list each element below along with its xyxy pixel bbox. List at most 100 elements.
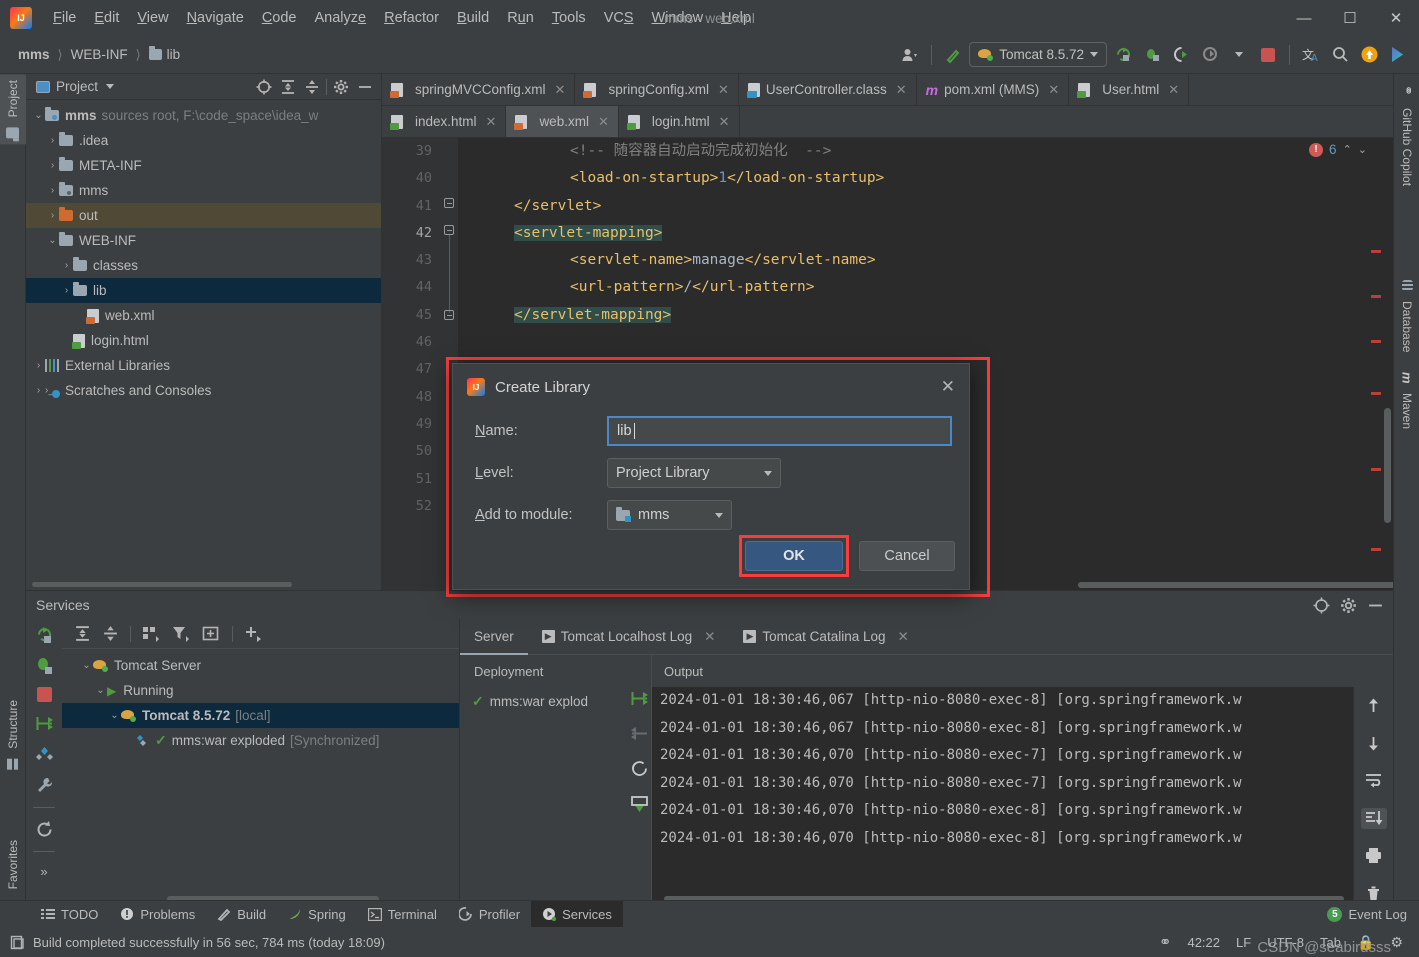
tool-window-build[interactable]: Build	[206, 901, 277, 928]
tree-row-meta-inf[interactable]: › META-INF	[26, 153, 381, 178]
line-separator[interactable]: LF	[1236, 935, 1251, 950]
chevron-right-icon[interactable]: ›	[46, 160, 59, 171]
soft-wrap-icon[interactable]	[1361, 770, 1387, 792]
more-icon[interactable]: »	[40, 864, 47, 879]
close-icon[interactable]: ✕	[555, 82, 566, 98]
breadcrumb-item-mms[interactable]: mms	[14, 45, 54, 64]
copilot-status-icon[interactable]: ⚭	[1159, 933, 1172, 951]
tab-server[interactable]: Server	[460, 619, 528, 655]
menu-vcs[interactable]: VCS	[595, 6, 643, 30]
add-service-icon[interactable]	[244, 625, 263, 642]
close-icon[interactable]: ✕	[704, 629, 715, 645]
level-select[interactable]: Project Library	[607, 458, 781, 488]
close-icon[interactable]: ✕	[898, 629, 909, 645]
chevron-down-icon[interactable]: ⌄	[32, 110, 45, 121]
chevron-right-icon[interactable]: ›	[46, 210, 59, 221]
close-icon[interactable]: ✕	[896, 82, 907, 98]
close-icon[interactable]: ✕	[719, 114, 730, 130]
menu-navigate[interactable]: Navigate	[178, 6, 253, 30]
prev-error-icon[interactable]: ⌃	[1343, 143, 1352, 156]
tool-window-todo[interactable]: TODO	[30, 901, 109, 928]
menu-build[interactable]: Build	[448, 6, 498, 30]
tab-login-html[interactable]: login.html ✕	[619, 106, 740, 137]
service-row-tomcat-server[interactable]: ⌄ Tomcat Server	[62, 653, 459, 678]
tree-row-loginhtml[interactable]: login.html	[26, 328, 381, 353]
run-configuration-selector[interactable]: Tomcat 8.5.72	[969, 42, 1107, 67]
tree-row-classes[interactable]: › classes	[26, 253, 381, 278]
gear-icon[interactable]	[331, 77, 351, 97]
expand-all-icon[interactable]	[74, 625, 91, 642]
sidebar-item-structure[interactable]: Structure	[0, 694, 26, 776]
tab-User-html[interactable]: User.html ✕	[1069, 74, 1190, 105]
collapse-all-icon[interactable]	[302, 77, 322, 97]
breadcrumb-item-lib[interactable]: lib	[145, 45, 185, 64]
sidebar-item-database[interactable]: Database	[1394, 274, 1419, 358]
tree-row-out[interactable]: › out	[26, 203, 381, 228]
select-opened-file-icon[interactable]	[254, 77, 274, 97]
close-window-button[interactable]: ✕	[1373, 0, 1419, 36]
chevron-right-icon[interactable]: ›	[46, 185, 59, 196]
menu-view[interactable]: View	[128, 6, 177, 30]
chevron-right-icon[interactable]: ›	[46, 135, 59, 146]
ok-button[interactable]: OK	[745, 541, 843, 571]
hide-panel-icon[interactable]	[1365, 595, 1385, 615]
tab-index-html[interactable]: index.html ✕	[382, 106, 507, 137]
debug-button[interactable]	[1139, 42, 1165, 68]
menu-file[interactable]: FFileile	[44, 6, 85, 30]
chevron-right-icon[interactable]: ›	[60, 260, 73, 271]
tab-tomcat-catalina-log[interactable]: ▶ Tomcat Catalina Log ✕	[729, 619, 922, 654]
sidebar-item-github-copilot[interactable]: ⚭ GitHub Copilot	[1394, 78, 1419, 192]
chevron-down-icon[interactable]: ⌄	[94, 685, 107, 696]
error-stripe-markers[interactable]	[1369, 170, 1381, 590]
cancel-button[interactable]: Cancel	[859, 541, 955, 571]
redeploy-icon[interactable]	[630, 759, 649, 778]
scroll-down-icon[interactable]	[1361, 733, 1387, 755]
minimize-button[interactable]: —	[1281, 0, 1327, 36]
menu-refactor[interactable]: Refactor	[375, 6, 448, 30]
print-icon[interactable]	[1361, 845, 1387, 867]
debug-icon[interactable]	[35, 656, 54, 675]
deploy-down-icon[interactable]	[630, 794, 649, 813]
tree-row-lib[interactable]: › lib	[26, 278, 381, 303]
translate-icon[interactable]: 文A	[1298, 42, 1324, 68]
refresh-icon[interactable]	[35, 820, 54, 839]
tab-pom-xml[interactable]: m pom.xml (MMS) ✕	[917, 74, 1070, 105]
stop-icon[interactable]	[36, 687, 52, 702]
next-error-icon[interactable]: ⌄	[1358, 143, 1367, 156]
menu-code[interactable]: Code	[253, 6, 306, 30]
close-icon[interactable]: ✕	[598, 114, 609, 130]
search-icon[interactable]	[1327, 42, 1353, 68]
fold-marker-icon[interactable]	[444, 198, 454, 208]
caret-position[interactable]: 42:22	[1187, 935, 1220, 950]
deploy-icon[interactable]	[630, 689, 649, 708]
maximize-button[interactable]: ☐	[1327, 0, 1373, 36]
editor-vscrollbar[interactable]	[1384, 408, 1391, 523]
close-icon[interactable]: ✕	[486, 114, 497, 130]
add-tab-icon[interactable]	[202, 625, 221, 642]
event-log-label[interactable]: Event Log	[1348, 907, 1407, 922]
tree-row-external-libraries[interactable]: › External Libraries	[26, 353, 381, 378]
profile-button[interactable]	[1197, 42, 1223, 68]
expand-all-icon[interactable]	[278, 77, 298, 97]
user-account-icon[interactable]	[897, 42, 923, 68]
close-icon[interactable]: ✕	[718, 82, 729, 98]
hide-panel-icon[interactable]	[355, 77, 375, 97]
chevron-down-icon[interactable]: ⌄	[46, 235, 59, 246]
tree-row-mms-sub[interactable]: › mms	[26, 178, 381, 203]
run-button[interactable]	[1110, 42, 1136, 68]
event-settings-icon[interactable]: ⚙	[1390, 934, 1403, 951]
sidebar-item-maven[interactable]: m Maven	[1394, 366, 1419, 435]
file-encoding[interactable]: UTF-8	[1267, 935, 1304, 950]
chevron-down-icon[interactable]: ⌄	[80, 660, 93, 671]
menu-edit[interactable]: Edit	[85, 6, 128, 30]
update-icon[interactable]	[1356, 42, 1382, 68]
fold-marker-icon[interactable]	[444, 225, 454, 235]
output-console[interactable]: 2024-01-01 18:30:46,067 [http-nio-8080-e…	[652, 687, 1393, 904]
tree-row-webxml[interactable]: web.xml	[26, 303, 381, 328]
library-name-input[interactable]: lib	[607, 416, 952, 446]
tab-tomcat-localhost-log[interactable]: ▶ Tomcat Localhost Log ✕	[528, 619, 730, 654]
scroll-to-end-icon[interactable]	[1360, 807, 1387, 829]
deployment-item[interactable]: ✓ mms:war explod	[460, 687, 651, 715]
tool-window-problems[interactable]: Problems	[109, 901, 206, 928]
menu-run[interactable]: Run	[498, 6, 543, 30]
